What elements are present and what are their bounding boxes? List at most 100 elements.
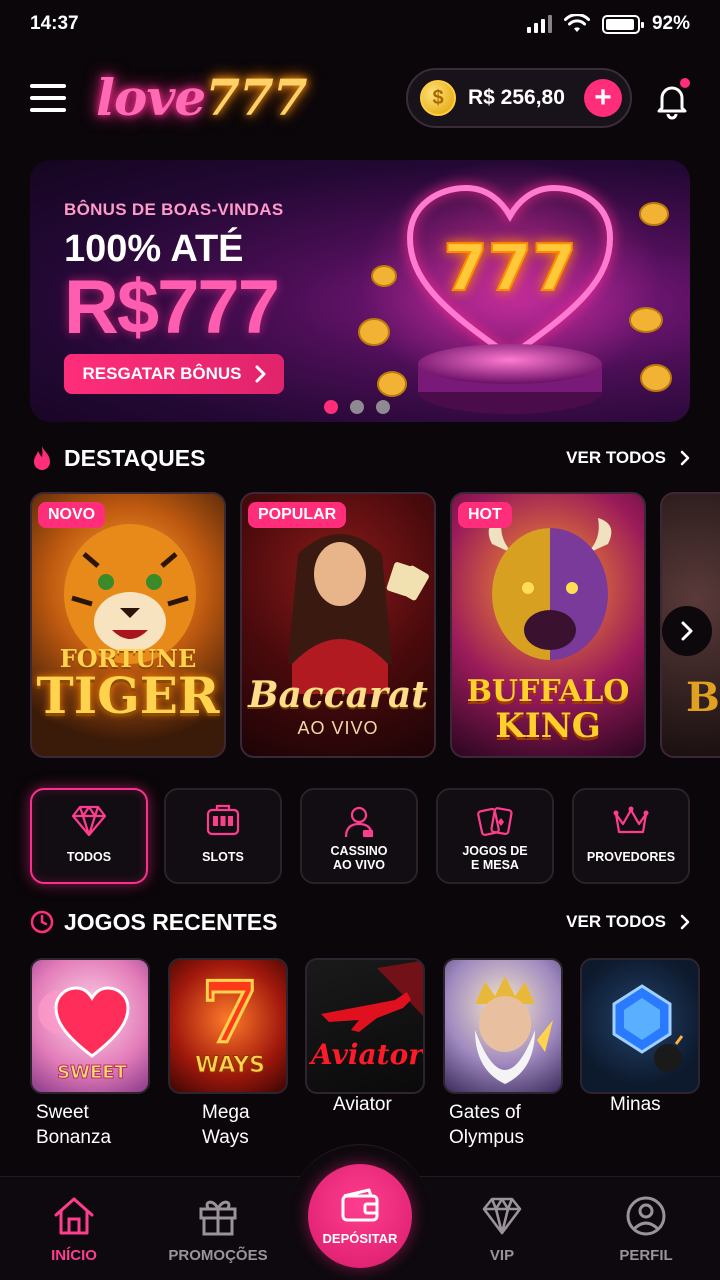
thumb-text: WAYS: [195, 1053, 265, 1078]
recent-game-mega-ways[interactable]: 7 WAYS Mega Ways: [168, 958, 288, 1150]
badge-hot: HOT: [458, 502, 512, 528]
home-icon: [54, 1197, 94, 1235]
game-thumbnail: Aviator: [305, 958, 425, 1094]
profile-icon: [626, 1196, 666, 1236]
category-label: TODOS: [66, 850, 112, 864]
promo-banner[interactable]: 777 BÔNUS DE BOAS-VINDAS 100% ATÉ R$777 …: [30, 160, 690, 422]
recent-header: JOGOS RECENTES VER TODOS: [30, 904, 690, 940]
notifications-button[interactable]: [652, 78, 692, 120]
banner-art: 777: [358, 160, 672, 414]
battery-percent: 92%: [651, 13, 690, 34]
lucky-seven-art: 7WAYS: [195, 962, 266, 1079]
category-table-games[interactable]: JOGOS DE E MESA: [436, 788, 554, 884]
gift-icon: [199, 1200, 237, 1236]
category-all[interactable]: TODOS: [30, 788, 148, 884]
card-title-main: TIGER: [36, 666, 220, 725]
thumb-text: Aviator: [308, 1038, 425, 1071]
game-thumbnail: [443, 958, 563, 1094]
claim-bonus-button[interactable]: RESGATAR BÔNUS: [64, 354, 284, 394]
zeus-art: [475, 976, 553, 1084]
recent-see-all[interactable]: VER TODOS: [566, 912, 690, 932]
deposit-button[interactable]: DEPÓSITAR: [308, 1164, 412, 1268]
carousel-next-button[interactable]: [662, 606, 712, 656]
featured-title: DESTAQUES: [64, 444, 206, 471]
wallet-icon: [341, 1188, 379, 1221]
recent-game-aviator[interactable]: Aviator Aviator: [305, 958, 425, 1117]
plane-art: Aviator: [308, 960, 425, 1071]
nav-home[interactable]: INÍCIO: [14, 1195, 134, 1264]
status-time: 14:37: [30, 13, 79, 34]
game-card-fortune-tiger[interactable]: NOVO FORTUNE TIGER: [30, 492, 226, 758]
notification-dot: [680, 78, 690, 88]
flame-icon: [34, 446, 50, 470]
gem-mine-art: [612, 984, 684, 1072]
badge-popular: POPULAR: [248, 502, 347, 528]
thumb-text: SWEET: [57, 1062, 127, 1083]
crown-icon: [613, 806, 649, 834]
game-thumbnail: SWEET: [30, 958, 150, 1094]
card-title-partial: B: [686, 674, 720, 721]
nav-promotions[interactable]: PROMOÇÕES: [158, 1195, 278, 1264]
banner-777-text: 777: [443, 232, 577, 306]
carousel-dots: [324, 400, 390, 414]
card-title-main: KING: [495, 706, 601, 746]
svg-text:7: 7: [201, 963, 259, 1062]
balance-amount: R$ 256,80: [468, 86, 565, 109]
category-live-casino[interactable]: CASSINO AO VIVO: [300, 788, 418, 884]
nav-profile[interactable]: PERFIL: [586, 1195, 706, 1264]
cards-icon: [477, 807, 513, 836]
featured-header: DESTAQUES VER TODOS: [30, 440, 690, 476]
game-name: Mega Ways: [202, 1102, 250, 1148]
category-slots[interactable]: SLOTS: [164, 788, 282, 884]
category-providers[interactable]: PROVEDORES: [572, 788, 690, 884]
banner-kicker: BÔNUS DE BOAS-VINDAS: [64, 200, 284, 219]
card-title-top: BUFFALO: [466, 674, 630, 709]
game-name: Minas: [610, 1094, 661, 1115]
claim-bonus-label: RESGATAR BÔNUS: [82, 364, 242, 383]
recent-game-minas[interactable]: Minas: [580, 958, 700, 1117]
category-label: JOGOS DE E MESA: [462, 844, 528, 872]
chevron-right-icon: [680, 450, 690, 466]
chevron-right-icon: [681, 621, 693, 641]
nav-vip[interactable]: VIP: [442, 1195, 562, 1264]
game-name: Gates of Olympus: [449, 1102, 524, 1148]
game-thumbnail: [580, 958, 700, 1094]
banner-amount: R$777: [64, 265, 280, 350]
diamond-icon: [71, 805, 107, 837]
carousel-dot[interactable]: [324, 400, 338, 414]
clock-icon: [30, 910, 54, 934]
app-logo[interactable]: love777: [96, 68, 308, 127]
featured-see-all[interactable]: VER TODOS: [566, 448, 690, 468]
carousel-dot[interactable]: [376, 400, 390, 414]
recent-title: JOGOS RECENTES: [64, 908, 278, 935]
chevron-right-icon: [255, 365, 265, 383]
category-label: SLOTS: [202, 850, 244, 864]
live-dealer-icon: [344, 806, 374, 838]
nav-label: PERFIL: [619, 1247, 673, 1264]
chevron-right-icon: [680, 914, 690, 930]
balance-pill[interactable]: $ R$ 256,80 +: [406, 68, 632, 128]
coin-icon: $: [420, 80, 456, 116]
game-thumbnail: 7 WAYS: [168, 958, 288, 1094]
recent-game-gates-of-olympus[interactable]: Gates of Olympus: [443, 958, 563, 1150]
nav-label: VIP: [489, 1247, 515, 1264]
game-card-baccarat[interactable]: POPULAR Baccarat AO VIVO: [240, 492, 436, 758]
see-all-label: VER TODOS: [566, 448, 666, 467]
game-name: Aviator: [333, 1094, 392, 1115]
status-icons: 92%: [526, 13, 690, 35]
app-header: love777 $ R$ 256,80 +: [0, 60, 720, 136]
menu-icon[interactable]: [30, 84, 66, 112]
card-title-top: Baccarat: [248, 674, 428, 716]
card-title-main: AO VIVO: [297, 718, 379, 738]
game-card-buffalo-king[interactable]: HOT BUFFALO KING: [450, 492, 646, 758]
category-label: PROVEDORES: [586, 850, 676, 864]
recent-game-sweet-bonanza[interactable]: SWEET Sweet Bonanza: [30, 958, 150, 1150]
see-all-label: VER TODOS: [566, 912, 666, 931]
deposit-label: DEPÓSITAR: [322, 1230, 398, 1246]
add-funds-button[interactable]: +: [584, 79, 622, 117]
signal-icon: [526, 15, 552, 33]
game-name: Sweet Bonanza: [36, 1102, 112, 1148]
battery-icon: [601, 14, 644, 34]
status-bar: 14:37 92%: [0, 0, 720, 48]
carousel-dot[interactable]: [350, 400, 364, 414]
